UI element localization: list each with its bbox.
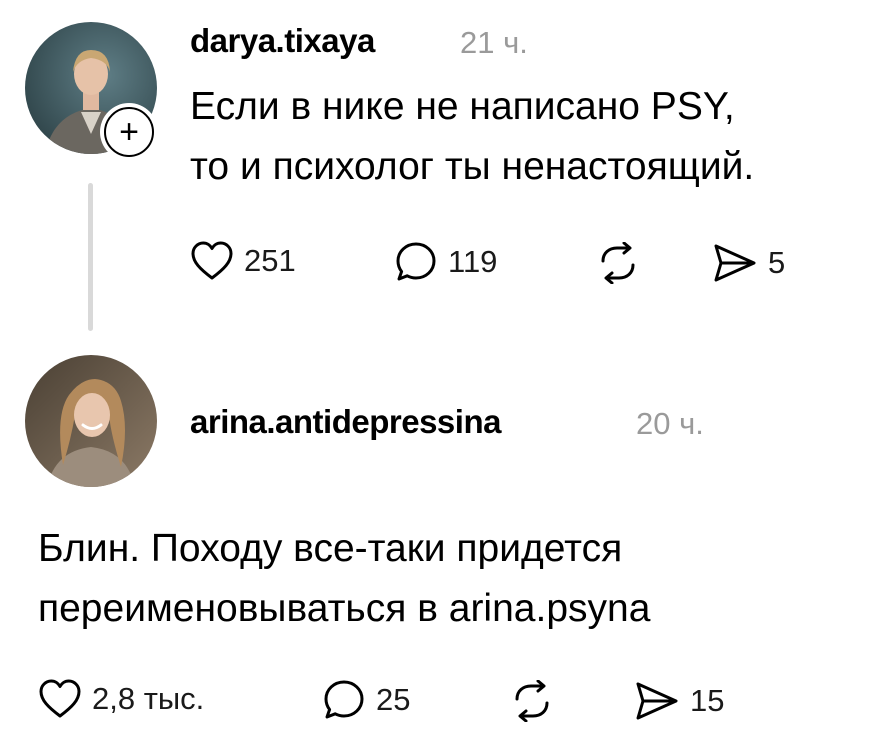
post-reply-button[interactable]: 119: [394, 240, 497, 284]
reply-like-button[interactable]: 2,8 тыс.: [38, 678, 204, 720]
repost-icon: [601, 242, 635, 284]
send-icon: [636, 682, 678, 720]
post-reply-count: 119: [448, 244, 498, 279]
post-text-line-1: Если в нике не написано PSY,: [190, 85, 735, 128]
post-share-count: 5: [768, 245, 786, 280]
post-text-line-2: то и психолог ты ненастоящий.: [190, 145, 755, 188]
comment-icon: [396, 242, 436, 281]
post-like-button[interactable]: 251: [190, 240, 296, 282]
avatar-arina[interactable]: [25, 355, 157, 487]
reply-reply-button[interactable]: 25: [322, 678, 410, 722]
send-icon: [714, 244, 756, 282]
plus-icon: +: [119, 113, 139, 151]
comment-icon: [324, 680, 364, 719]
post-repost-button[interactable]: [594, 242, 642, 284]
heart-icon: [39, 679, 81, 718]
reply-reply-count: 25: [376, 682, 411, 717]
reply-repost-button[interactable]: [508, 680, 556, 722]
reply-share-button[interactable]: 15: [634, 680, 724, 722]
thread-line: [88, 183, 93, 331]
post-username[interactable]: darya.tixaya: [190, 22, 375, 60]
reply-time: 20 ч.: [636, 406, 704, 441]
reply-text-line-2: переименовываться в arina.psyna: [38, 587, 651, 630]
reply-like-count: 2,8 тыс.: [92, 681, 205, 716]
heart-icon: [191, 241, 233, 280]
follow-button[interactable]: +: [104, 107, 154, 157]
post-share-button[interactable]: 5: [712, 242, 785, 284]
reply-share-count: 15: [690, 683, 725, 718]
post-time: 21 ч.: [460, 25, 528, 60]
reply-text-line-1: Блин. Походу все-таки придется: [38, 527, 623, 570]
post-like-count: 251: [244, 243, 296, 278]
repost-icon: [515, 680, 549, 722]
reply-username[interactable]: arina.antidepressina: [190, 403, 501, 441]
